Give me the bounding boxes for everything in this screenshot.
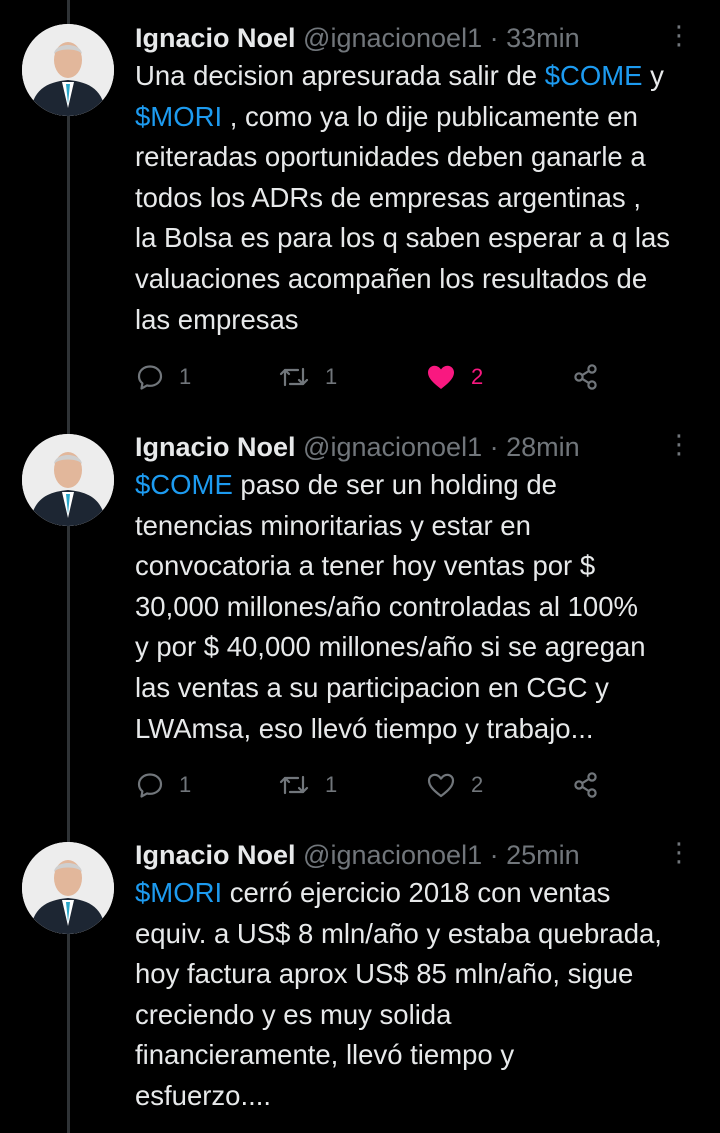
share-icon: [574, 364, 597, 390]
author-name[interactable]: Ignacio Noel: [135, 432, 296, 462]
more-vertical-icon[interactable]: ⋮: [666, 429, 692, 459]
tweet-content: Ignacio Noel @ignacionoel1 · 25min ⋮ $MO…: [135, 837, 692, 1117]
tweet-actions: 1 1 2: [135, 770, 625, 800]
separator-dot: ·: [489, 23, 499, 53]
timestamp[interactable]: 28min: [506, 432, 580, 462]
tweet-header: Ignacio Noel @ignacionoel1 · 33min ⋮: [135, 20, 692, 56]
tweet-text: $MORI cerró ejercicio 2018 con ventas equ…: [135, 873, 692, 1117]
reply-count: 1: [179, 772, 192, 797]
tweet-content: Ignacio Noel @ignacionoel1 · 28min ⋮ $CO…: [135, 429, 692, 749]
more-vertical-icon[interactable]: ⋮: [666, 837, 692, 867]
tweet-text-segment: y: [642, 60, 664, 91]
cashtag-link[interactable]: $COME: [135, 469, 233, 500]
heart-icon: [428, 365, 454, 389]
cashtag-link[interactable]: $COME: [545, 60, 643, 91]
avatar[interactable]: [22, 24, 114, 116]
more-vertical-icon[interactable]: ⋮: [666, 20, 692, 50]
like-count: 2: [471, 364, 484, 389]
heart-outline-icon: [427, 773, 455, 798]
cashtag-link[interactable]: $MORI: [135, 101, 222, 132]
timestamp[interactable]: 25min: [506, 840, 580, 870]
tweet-text: $COME paso de ser un holding de tenencias…: [135, 465, 692, 749]
like-button[interactable]: 2: [425, 770, 483, 800]
like-button[interactable]: 2: [425, 362, 483, 392]
reply-icon: [137, 365, 163, 390]
like-count: 2: [471, 772, 484, 797]
cashtag-link[interactable]: $MORI: [135, 877, 222, 908]
timestamp[interactable]: 33min: [506, 23, 580, 53]
thread-connector-line: [67, 0, 70, 1133]
retweet-button[interactable]: 1: [277, 362, 337, 392]
retweet-icon: [279, 367, 309, 387]
separator-dot: ·: [489, 840, 499, 870]
retweet-count: 1: [325, 772, 338, 797]
share-icon: [574, 772, 597, 798]
share-button[interactable]: [571, 362, 601, 392]
tweet-text-segment: cerró ejercicio 2018 con ventas equiv. a …: [135, 877, 662, 1111]
tweet-text-segment: paso de ser un holding de tenencias minor…: [135, 469, 646, 744]
reply-count: 1: [179, 364, 192, 389]
author-name[interactable]: Ignacio Noel: [135, 840, 296, 870]
retweet-icon: [279, 775, 309, 795]
tweet-content: Ignacio Noel @ignacionoel1 · 33min ⋮ Una…: [135, 20, 692, 340]
separator-dot: ·: [489, 432, 499, 462]
tweet-actions: 1 1 2: [135, 362, 625, 392]
share-button[interactable]: [571, 770, 601, 800]
author-handle[interactable]: @ignacionoel1: [303, 23, 482, 53]
avatar[interactable]: [22, 434, 114, 526]
reply-button[interactable]: 1: [135, 362, 191, 392]
avatar[interactable]: [22, 842, 114, 934]
reply-icon: [137, 773, 163, 798]
tweet-text-segment: , como ya lo dije publicamente en reitera…: [135, 100, 671, 335]
tweet-header: Ignacio Noel @ignacionoel1 · 25min ⋮: [135, 837, 692, 873]
author-name[interactable]: Ignacio Noel: [135, 23, 296, 53]
author-handle[interactable]: @ignacionoel1: [303, 432, 482, 462]
tweet-text: Una decision apresurada salir de $COME y…: [135, 56, 692, 340]
reply-button[interactable]: 1: [135, 770, 191, 800]
tweet-text-segment: Una decision apresurada salir de: [135, 60, 545, 91]
author-handle[interactable]: @ignacionoel1: [303, 840, 482, 870]
retweet-button[interactable]: 1: [277, 770, 337, 800]
tweet-header: Ignacio Noel @ignacionoel1 · 28min ⋮: [135, 429, 692, 465]
retweet-count: 1: [325, 364, 338, 389]
